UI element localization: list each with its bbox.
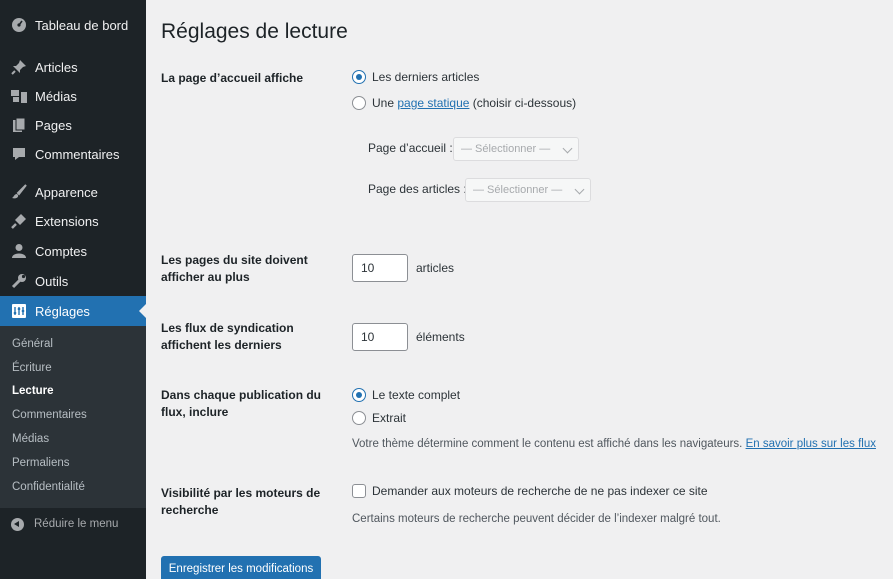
- admin-sidebar: Tableau de bord Articles Médias Pages Co…: [0, 0, 146, 579]
- posts-page-label: Page des articles :: [368, 182, 467, 196]
- sidebar-item-comptes[interactable]: Comptes: [0, 236, 146, 266]
- collapse-menu-button[interactable]: Réduire le menu: [0, 512, 146, 536]
- sidebar-item-articles[interactable]: Articles: [0, 52, 146, 82]
- search-visibility-description: Certains moteurs de recherche peuvent dé…: [352, 513, 721, 525]
- sidebar-item-pages[interactable]: Pages: [0, 110, 146, 140]
- posts-per-page-input[interactable]: 10: [352, 254, 408, 282]
- static-page-option: Une page statique (choisir ci-dessous): [352, 96, 576, 110]
- excerpt-radio[interactable]: [352, 411, 366, 425]
- collapse-menu-label: Réduire le menu: [34, 518, 119, 530]
- page-title: Réglages de lecture: [161, 20, 348, 43]
- static-page-radio[interactable]: [352, 96, 366, 110]
- feed-count-input[interactable]: 10: [352, 323, 408, 351]
- sidebar-item-label: Apparence: [35, 184, 98, 200]
- wrench-icon: [9, 271, 29, 291]
- sidebar-item-dashboard[interactable]: Tableau de bord: [0, 10, 146, 40]
- posts-per-page-unit: articles: [416, 261, 455, 275]
- user-icon: [9, 241, 29, 261]
- front-page-label: Page d’accueil :: [368, 141, 453, 155]
- full-text-radio[interactable]: [352, 388, 366, 402]
- plugin-icon: [9, 211, 29, 231]
- sidebar-item-label: Tableau de bord: [35, 17, 129, 33]
- posts-per-page-label: Les pages du site doivent afficher au pl…: [161, 253, 308, 284]
- sidebar-item-label: Comptes: [35, 243, 88, 259]
- sidebar-item-label: Extensions: [35, 213, 99, 229]
- sidebar-item-commentaires[interactable]: Commentaires: [0, 139, 146, 169]
- front-page-select-value: — Sélectionner —: [461, 143, 551, 155]
- dashboard-icon: [9, 15, 29, 35]
- sidebar-item-medias[interactable]: Médias: [0, 81, 146, 111]
- posts-page-select[interactable]: — Sélectionner —: [465, 178, 591, 202]
- homepage-display-label: La page d’accueil affiche: [161, 71, 304, 85]
- sidebar-item-label: Articles: [35, 59, 78, 75]
- media-icon: [9, 86, 29, 106]
- collapse-arrow-icon: [11, 517, 24, 531]
- save-changes-button[interactable]: Enregistrer les modifications: [161, 556, 321, 579]
- submenu-item-lecture[interactable]: Lecture: [12, 385, 54, 397]
- static-page-link[interactable]: page statique: [397, 96, 469, 110]
- feed-learn-more-link[interactable]: En savoir plus sur les flux: [746, 438, 876, 450]
- brush-icon: [9, 182, 29, 202]
- sidebar-item-label: Médias: [35, 88, 77, 104]
- latest-posts-label: Les derniers articles: [372, 70, 480, 84]
- main-content: Réglages de lecture La page d’accueil af…: [146, 0, 893, 579]
- sidebar-item-outils[interactable]: Outils: [0, 266, 146, 296]
- submenu-item-confidentialite[interactable]: Confidentialité: [12, 481, 85, 493]
- settings-submenu: Général Écriture Lecture Commentaires Mé…: [0, 326, 146, 508]
- sidebar-item-label: Commentaires: [35, 146, 120, 162]
- submenu-item-general[interactable]: Général: [12, 338, 53, 350]
- excerpt-label: Extrait: [372, 411, 407, 425]
- submenu-item-medias[interactable]: Médias: [12, 433, 49, 445]
- posts-page-select-value: — Sélectionner —: [473, 184, 563, 196]
- submenu-item-ecriture[interactable]: Écriture: [12, 362, 52, 374]
- pin-icon: [9, 57, 29, 77]
- static-page-prefix: Une: [372, 96, 395, 110]
- submenu-item-permaliens[interactable]: Permaliens: [12, 457, 70, 469]
- search-visibility-label: Visibilité par les moteurs de recherche: [161, 486, 321, 517]
- discourage-search-checkbox[interactable]: [352, 484, 366, 498]
- static-page-suffix: (choisir ci-dessous): [472, 96, 577, 110]
- settings-icon: [9, 301, 29, 321]
- full-text-label: Le texte complet: [372, 388, 461, 402]
- discourage-search-label: Demander aux moteurs de recherche de ne …: [372, 484, 708, 498]
- submenu-item-commentaires[interactable]: Commentaires: [12, 409, 87, 421]
- feed-count-unit: éléments: [416, 330, 465, 344]
- feed-description-text: Votre thème détermine comment le contenu…: [352, 438, 743, 450]
- pages-icon: [9, 115, 29, 135]
- front-page-select[interactable]: — Sélectionner —: [453, 137, 579, 161]
- sidebar-item-label: Réglages: [35, 303, 90, 319]
- sidebar-item-extensions[interactable]: Extensions: [0, 206, 146, 236]
- latest-posts-option: Les derniers articles: [352, 70, 479, 84]
- feed-count-label: Les flux de syndication affichent les de…: [161, 321, 294, 352]
- latest-posts-radio[interactable]: [352, 70, 366, 84]
- excerpt-option: Extrait: [352, 411, 406, 425]
- sidebar-item-apparence[interactable]: Apparence: [0, 177, 146, 207]
- full-text-option: Le texte complet: [352, 388, 460, 402]
- sidebar-item-label: Outils: [35, 273, 69, 289]
- comment-icon: [9, 144, 29, 164]
- discourage-search-option: Demander aux moteurs de recherche de ne …: [352, 484, 708, 498]
- sidebar-item-reglages[interactable]: Réglages: [0, 296, 146, 326]
- sidebar-item-label: Pages: [35, 117, 72, 133]
- feed-content-label: Dans chaque publication du flux, inclure: [161, 388, 322, 419]
- chevron-down-icon: [562, 143, 573, 154]
- feed-content-description: Votre thème détermine comment le contenu…: [352, 438, 876, 450]
- chevron-down-icon: [574, 184, 585, 195]
